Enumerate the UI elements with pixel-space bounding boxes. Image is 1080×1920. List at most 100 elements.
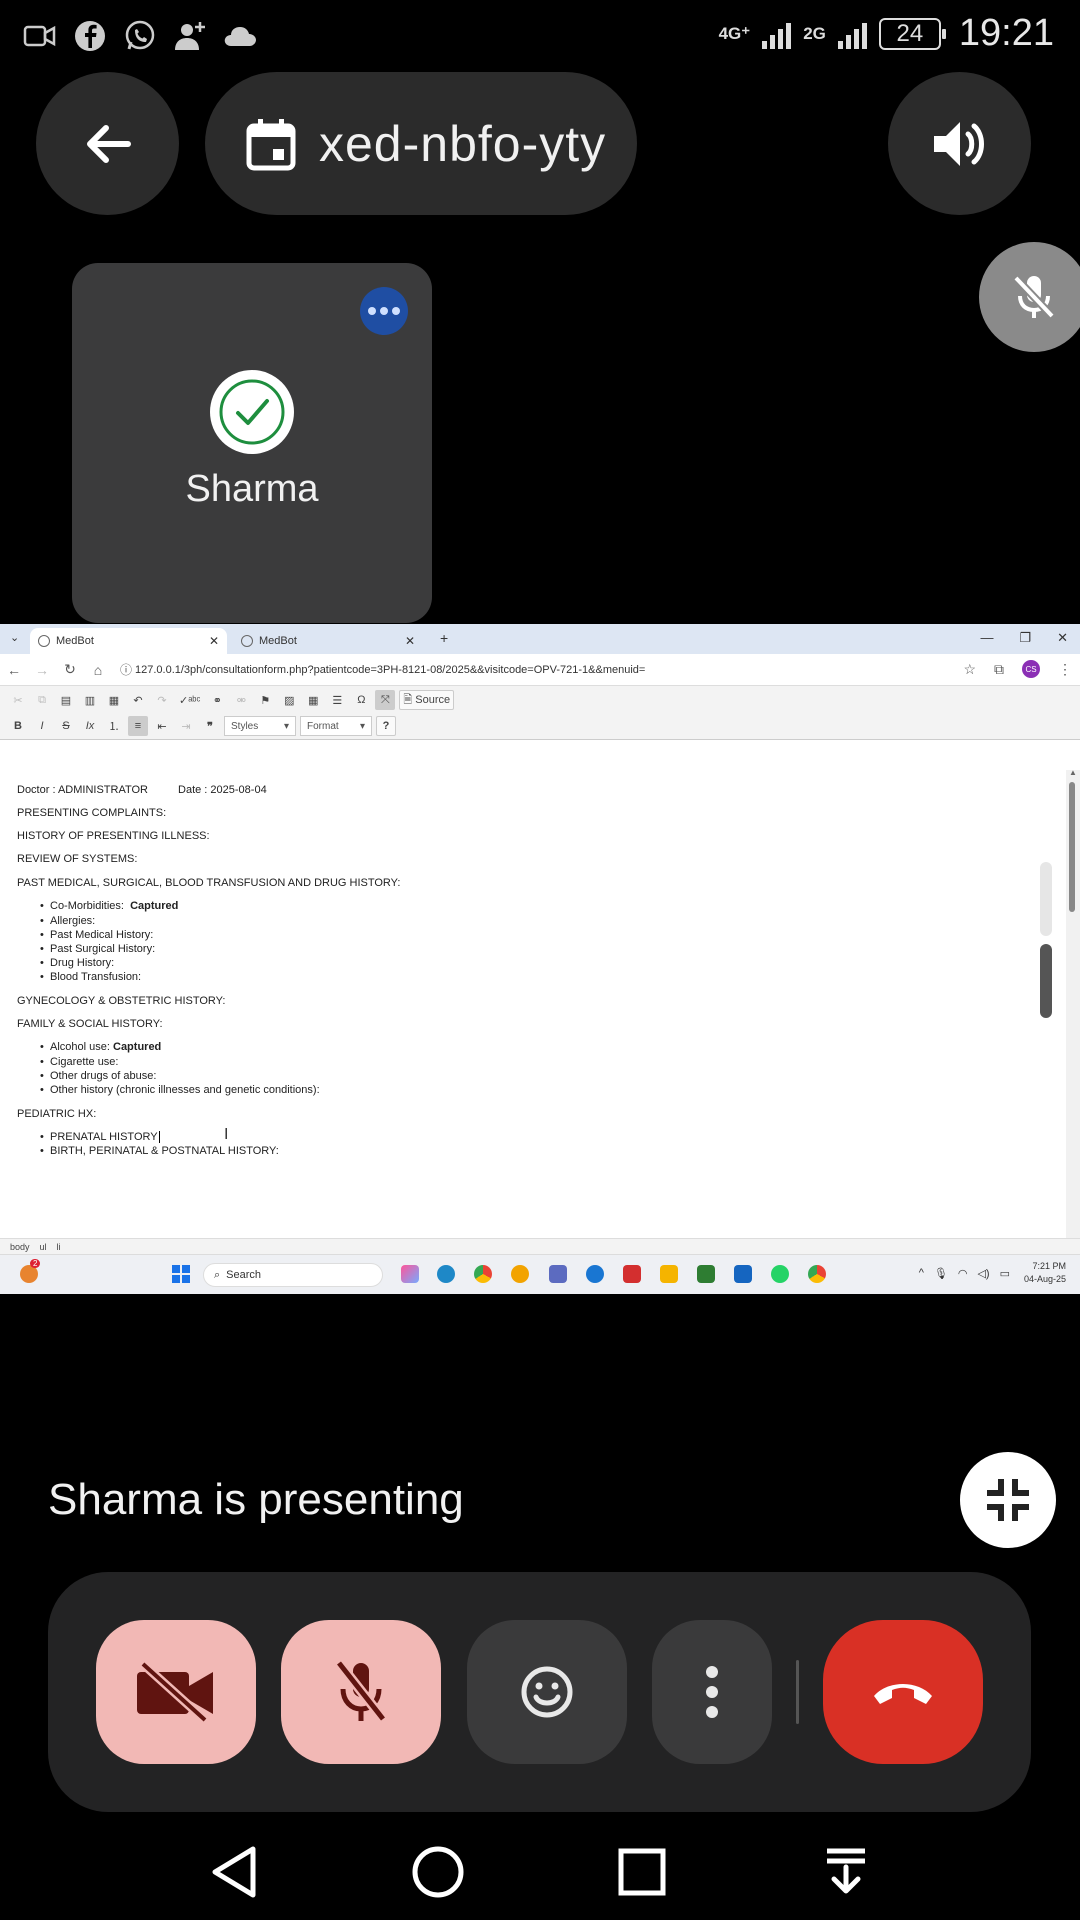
circle-home-icon bbox=[412, 1846, 464, 1898]
microphone-icon[interactable]: 🎙 bbox=[934, 1267, 948, 1280]
image-icon[interactable]: ▨ bbox=[279, 690, 299, 710]
italic-icon[interactable]: I bbox=[32, 716, 52, 736]
status-time: 19:21 bbox=[958, 12, 1054, 54]
scrollbar-thumb[interactable] bbox=[1069, 782, 1075, 912]
spellcheck-icon[interactable]: ✓ᵃᵇᶜ bbox=[176, 690, 203, 710]
tray-chevron-icon[interactable]: ^ bbox=[919, 1267, 924, 1280]
scroll-up-icon[interactable]: ▲ bbox=[1069, 768, 1077, 777]
page-scroll-thumb[interactable] bbox=[1040, 944, 1052, 1018]
blockquote-icon[interactable]: ❞ bbox=[200, 716, 220, 736]
close-window-icon[interactable]: ✕ bbox=[1057, 630, 1068, 646]
windows-start-icon[interactable] bbox=[172, 1265, 190, 1283]
redo-icon[interactable]: ↷ bbox=[152, 690, 172, 710]
table-icon[interactable]: ▦ bbox=[303, 690, 323, 710]
path-item[interactable]: ul bbox=[40, 1242, 47, 1252]
remove-format-icon[interactable]: Ix bbox=[80, 716, 100, 736]
cut-icon[interactable]: ✂ bbox=[8, 690, 28, 710]
nav-back-button[interactable] bbox=[204, 1842, 264, 1902]
leave-call-button[interactable] bbox=[823, 1620, 983, 1764]
notepad-icon[interactable] bbox=[697, 1265, 715, 1283]
tab-medbot-1[interactable]: MedBot ✕ bbox=[30, 628, 227, 654]
reload-icon[interactable]: ↻ bbox=[56, 661, 84, 678]
controls-divider bbox=[796, 1660, 799, 1724]
mic-off-icon bbox=[1013, 275, 1055, 319]
signal-bars-icon bbox=[762, 19, 792, 49]
back-nav-icon[interactable]: ← bbox=[0, 662, 28, 678]
square-recents-icon bbox=[618, 1848, 666, 1896]
back-button[interactable] bbox=[36, 72, 179, 215]
path-item[interactable]: body bbox=[10, 1242, 30, 1252]
todo-icon[interactable] bbox=[734, 1265, 752, 1283]
list-item: Past Medical History: bbox=[40, 929, 153, 941]
help-button[interactable]: ? bbox=[376, 716, 396, 736]
mic-toggle-button[interactable] bbox=[281, 1620, 441, 1764]
restore-icon[interactable]: ❐ bbox=[1019, 630, 1031, 646]
tab-medbot-2[interactable]: MedBot ✕ bbox=[233, 628, 423, 654]
minimize-icon[interactable]: — bbox=[980, 630, 993, 646]
bold-icon[interactable]: B bbox=[8, 716, 28, 736]
consultation-editor[interactable]: Doctor : ADMINISTRATOR Date : 2025-08-04 … bbox=[0, 770, 1066, 1248]
nav-recents-button[interactable] bbox=[612, 1842, 672, 1902]
horizontal-line-icon[interactable]: ☰ bbox=[327, 690, 347, 710]
wps-icon[interactable] bbox=[623, 1265, 641, 1283]
source-button[interactable]: 🗎 Source bbox=[399, 690, 455, 710]
browser-menu-icon[interactable]: ⋮ bbox=[1058, 661, 1072, 678]
nav-notifications-button[interactable] bbox=[816, 1842, 876, 1902]
close-tab-icon[interactable]: ✕ bbox=[405, 634, 415, 648]
indent-increase-icon[interactable]: ⇥ bbox=[176, 716, 196, 736]
url-field[interactable]: 127.0.0.1/3ph/consultationform.php?patie… bbox=[135, 664, 645, 676]
special-char-icon[interactable]: Ω bbox=[351, 690, 371, 710]
battery-tray-icon[interactable]: ▭ bbox=[1000, 1267, 1010, 1280]
unlink-icon[interactable]: ⚮ bbox=[231, 690, 251, 710]
home-icon[interactable]: ⌂ bbox=[84, 662, 112, 678]
format-dropdown[interactable]: Format ▾ bbox=[300, 716, 372, 736]
tile-more-button[interactable] bbox=[360, 287, 408, 335]
profile-avatar[interactable]: CS bbox=[1022, 660, 1040, 678]
globe-icon bbox=[38, 635, 50, 647]
wifi-icon[interactable]: ◠ bbox=[958, 1267, 968, 1280]
extensions-icon[interactable]: ⧉ bbox=[994, 661, 1004, 678]
whatsapp-desktop-icon[interactable] bbox=[771, 1265, 789, 1283]
link-icon[interactable]: ⚭ bbox=[207, 690, 227, 710]
file-explorer-icon[interactable] bbox=[660, 1265, 678, 1283]
path-item[interactable]: li bbox=[57, 1242, 61, 1252]
paste-icon[interactable]: ▤ bbox=[56, 690, 76, 710]
chrome-profile-icon[interactable] bbox=[808, 1265, 826, 1283]
bulleted-list-icon[interactable]: ≡ bbox=[128, 716, 148, 736]
reactions-button[interactable] bbox=[467, 1620, 627, 1764]
styles-dropdown[interactable]: Styles ▾ bbox=[224, 716, 296, 736]
volume-icon[interactable]: ◁) bbox=[977, 1267, 989, 1280]
indent-decrease-icon[interactable]: ⇤ bbox=[152, 716, 172, 736]
snipping-tool-icon[interactable] bbox=[549, 1265, 567, 1283]
close-tab-icon[interactable]: ✕ bbox=[209, 634, 219, 648]
taskbar-clock[interactable]: 7:21 PM 04-Aug-25 bbox=[1024, 1260, 1066, 1286]
search-app-icon[interactable] bbox=[511, 1265, 529, 1283]
chrome-icon[interactable] bbox=[474, 1265, 492, 1283]
anchor-flag-icon[interactable]: ⚑ bbox=[255, 690, 275, 710]
tab-list-icon[interactable]: ⌄ bbox=[10, 631, 19, 644]
app-icon[interactable] bbox=[586, 1265, 604, 1283]
editor-scrollbar[interactable]: ▲ ▼ bbox=[1066, 768, 1080, 1249]
more-options-button[interactable] bbox=[652, 1620, 772, 1764]
network-2g-indicator: 2G bbox=[803, 24, 826, 43]
meeting-code-pill[interactable]: xed-nbfo-yty bbox=[205, 72, 637, 215]
participant-tile[interactable]: Sharma bbox=[72, 263, 432, 623]
paste-word-icon[interactable]: ▦ bbox=[104, 690, 124, 710]
paste-text-icon[interactable]: ▥ bbox=[80, 690, 100, 710]
undo-icon[interactable]: ↶ bbox=[128, 690, 148, 710]
copilot-icon[interactable] bbox=[401, 1265, 419, 1283]
exit-fullscreen-button[interactable] bbox=[960, 1452, 1056, 1548]
numbered-list-icon[interactable]: ⒈ bbox=[104, 716, 124, 736]
nav-home-button[interactable] bbox=[408, 1842, 468, 1902]
bookmark-star-icon[interactable]: ☆ bbox=[963, 661, 976, 678]
camera-toggle-button[interactable] bbox=[96, 1620, 256, 1764]
strike-icon[interactable]: S bbox=[56, 716, 76, 736]
taskbar-search[interactable]: ⌕ Search bbox=[203, 1263, 383, 1287]
copy-icon[interactable]: ⧉ bbox=[32, 690, 52, 710]
new-tab-icon[interactable]: + bbox=[440, 630, 448, 646]
taskbar-date: 04-Aug-25 bbox=[1023, 1274, 1066, 1284]
audio-output-button[interactable] bbox=[888, 72, 1031, 215]
forward-nav-icon[interactable]: → bbox=[28, 662, 56, 678]
maximize-icon[interactable]: ⤧ bbox=[375, 690, 396, 710]
edge-icon[interactable] bbox=[437, 1265, 455, 1283]
